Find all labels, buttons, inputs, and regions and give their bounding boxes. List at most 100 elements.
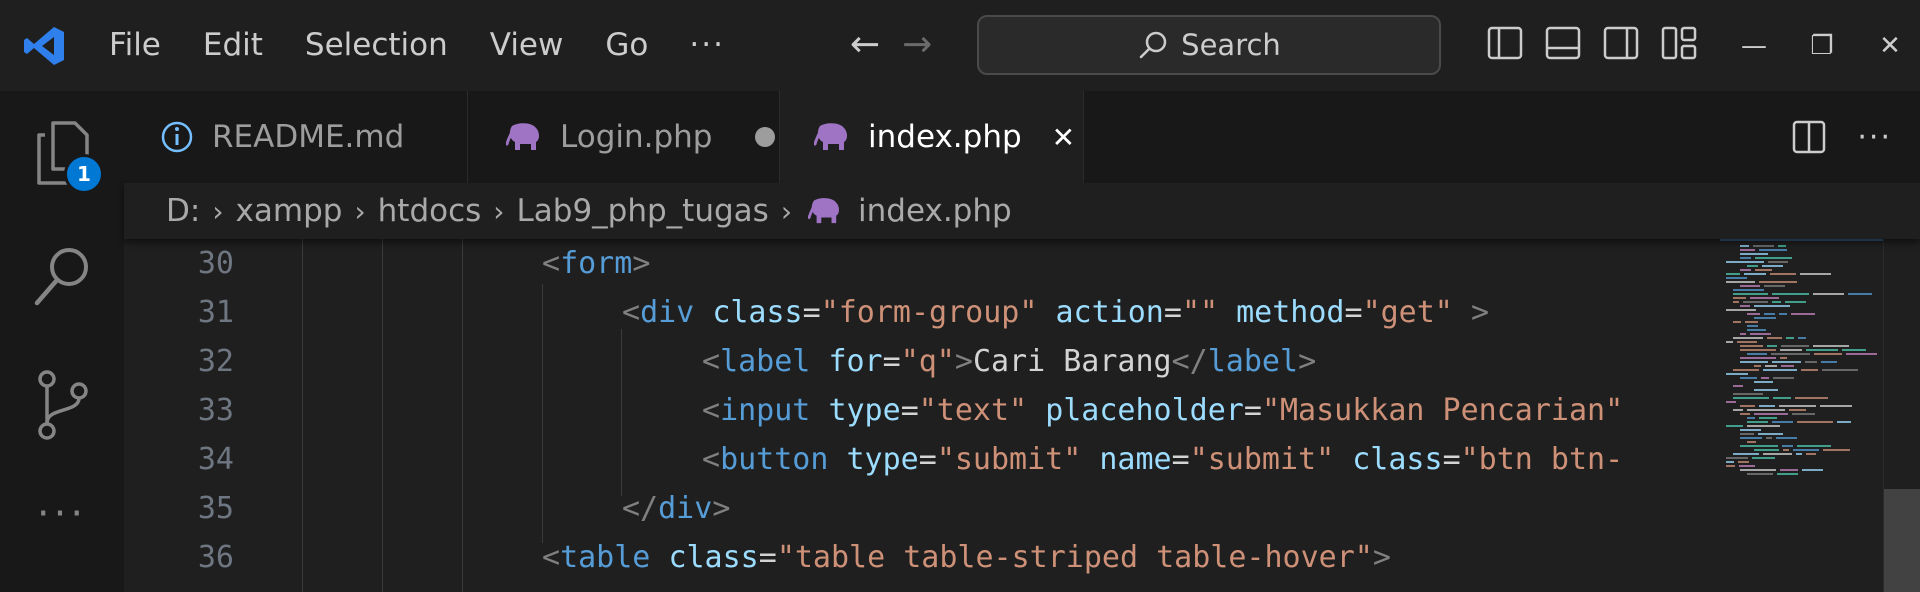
minimap-stroke — [1733, 453, 1759, 455]
code-line[interactable]: 35 </div> — [124, 484, 1720, 533]
minimap-stroke — [1772, 293, 1809, 295]
search-icon — [34, 248, 88, 306]
breadcrumb-item[interactable]: D: — [166, 193, 200, 229]
minimap-stroke — [1821, 361, 1837, 363]
search-activity[interactable] — [0, 243, 124, 309]
minimap-stroke — [1796, 453, 1802, 455]
minimap-stroke — [1747, 421, 1768, 423]
code-content: <form> — [542, 239, 650, 288]
code-token: placeholder — [1045, 393, 1244, 428]
toggle-panel-icon[interactable] — [1544, 24, 1582, 62]
code-token: input — [720, 393, 811, 428]
tab-index-php[interactable]: index.php ✕ — [780, 91, 1084, 183]
activity-bar: 1 ··· — [0, 91, 124, 592]
minimap-stroke — [1783, 449, 1789, 451]
code-line[interactable]: 31 <div class="form-group" action="" meth… — [124, 288, 1720, 337]
minimap-stroke — [1785, 301, 1806, 303]
menu-go[interactable]: Go — [584, 0, 669, 91]
restore-button[interactable]: ❐ — [1788, 31, 1856, 61]
tab-readme[interactable]: README.md — [124, 91, 468, 183]
breadcrumb-item[interactable]: xampp — [236, 193, 343, 229]
minimap-stroke — [1795, 397, 1828, 399]
menu-selection[interactable]: Selection — [284, 0, 469, 91]
code-token: button — [720, 442, 829, 477]
toggle-primary-sidebar-icon[interactable] — [1486, 24, 1524, 62]
close-window-button[interactable]: ✕ — [1856, 31, 1920, 61]
minimap-stroke — [1813, 293, 1844, 295]
source-control-activity[interactable] — [0, 369, 124, 441]
minimap-stroke — [1773, 397, 1791, 399]
minimap-stroke — [1754, 317, 1776, 319]
toggle-secondary-sidebar-icon[interactable] — [1602, 24, 1640, 62]
minimap-stroke — [1755, 257, 1792, 259]
minimap-stroke — [1740, 345, 1763, 347]
minimap-stroke — [1753, 245, 1774, 247]
code-token: = — [1442, 442, 1461, 477]
scrollbar-thumb[interactable] — [1884, 489, 1920, 592]
code-line[interactable]: 30 <form> — [124, 239, 1720, 288]
minimap-stroke — [1797, 445, 1831, 447]
breadcrumb-item[interactable]: Lab9_php_tugas — [517, 193, 769, 229]
line-number: 34 — [197, 442, 234, 477]
minimap-stroke — [1726, 281, 1755, 283]
minimap-stroke — [1733, 297, 1746, 299]
menu-edit[interactable]: Edit — [182, 0, 284, 91]
minimap-stroke — [1754, 381, 1773, 383]
more-actions-icon[interactable]: ··· — [1857, 120, 1892, 155]
minimap-stroke — [1740, 357, 1776, 359]
minimap-stroke — [1740, 437, 1762, 439]
code-token: > — [954, 344, 973, 379]
code-line[interactable]: 32 <label for="q">Cari Barang</label> — [124, 337, 1720, 386]
minimap-stroke — [1764, 285, 1785, 287]
minimap-viewport[interactable] — [1720, 239, 1883, 241]
breadcrumb-item[interactable]: htdocs — [378, 193, 482, 229]
vertical-scrollbar[interactable] — [1883, 239, 1920, 592]
minimap[interactable] — [1720, 239, 1883, 592]
code-token: name — [1099, 442, 1172, 477]
code-token: div — [640, 295, 695, 330]
minimap-stroke — [1763, 453, 1792, 455]
minimap-stroke — [1747, 353, 1767, 355]
customize-layout-icon[interactable] — [1660, 24, 1698, 62]
minimap-stroke — [1754, 449, 1779, 451]
source-control-icon — [38, 370, 88, 440]
line-number: 36 — [197, 540, 234, 575]
menu-view[interactable]: View — [469, 0, 585, 91]
minimap-stroke — [1765, 365, 1777, 367]
code-token: "form-group" — [820, 295, 1038, 330]
minimap-stroke — [1726, 261, 1764, 263]
code-token: "text" — [918, 393, 1028, 428]
back-arrow-icon[interactable]: ← — [850, 22, 880, 68]
close-tab-icon[interactable]: ✕ — [1052, 121, 1075, 154]
minimap-stroke — [1740, 429, 1761, 431]
menu-file[interactable]: File — [88, 0, 182, 91]
minimap-stroke — [1755, 269, 1772, 271]
title-bar: File Edit Selection View Go ··· ← → Sear… — [0, 0, 1920, 91]
code-line[interactable]: 33 <input type="text" placeholder="Masukk… — [124, 386, 1720, 435]
unsaved-dot-icon[interactable] — [754, 127, 775, 147]
tab-login-php[interactable]: Login.php — [468, 91, 780, 183]
forward-arrow-icon[interactable]: → — [902, 22, 932, 68]
code-token: > — [1470, 295, 1489, 330]
minimize-button[interactable]: — — [1720, 31, 1788, 61]
minimap-stroke — [1779, 313, 1787, 315]
split-editor-icon[interactable] — [1791, 119, 1827, 155]
command-center-search[interactable]: Search — [977, 15, 1441, 75]
menu-more-button[interactable]: ··· — [669, 0, 745, 91]
code-line[interactable]: 34 <button type="submit" name="submit" cl… — [124, 435, 1720, 484]
more-activity[interactable]: ··· — [0, 491, 124, 537]
code-token: "submit" — [1189, 442, 1335, 477]
code-editor[interactable]: 30 <form> 31 <div class="form-group" action… — [124, 239, 1720, 592]
code-token: < — [622, 295, 641, 330]
minimap-stroke — [1733, 409, 1743, 411]
minimap-stroke — [1739, 465, 1755, 467]
minimap-stroke — [1733, 393, 1763, 395]
minimap-stroke — [1740, 245, 1749, 247]
navigation-arrows: ← → — [850, 22, 932, 68]
code-line[interactable]: 36 <table class="table table-striped tabl… — [124, 533, 1720, 582]
php-elephant-icon — [814, 123, 847, 150]
explorer-activity[interactable] — [0, 119, 124, 189]
minimap-stroke — [1793, 449, 1819, 451]
breadcrumb-item[interactable]: index.php — [858, 193, 1012, 229]
